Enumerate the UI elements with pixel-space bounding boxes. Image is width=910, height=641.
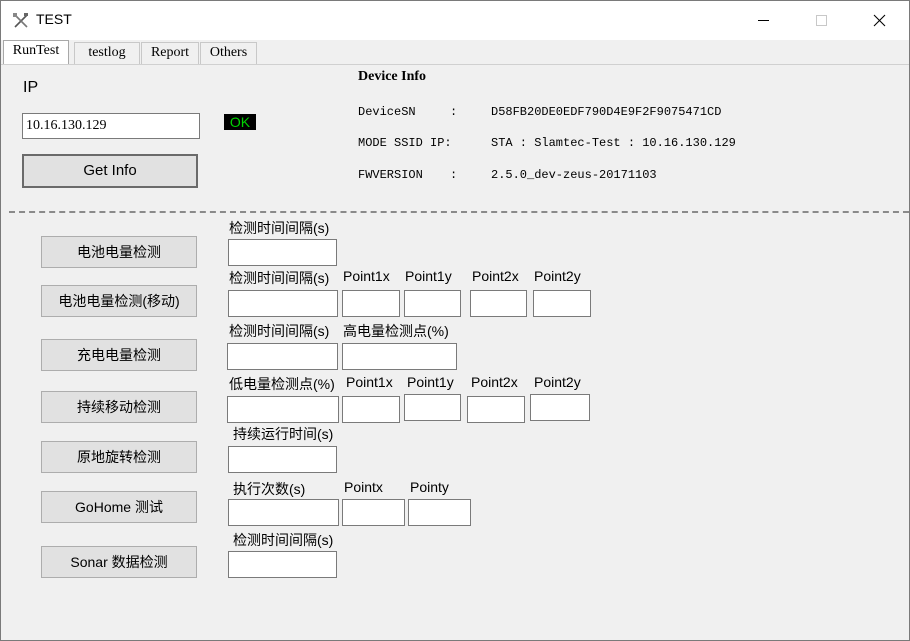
sonar-interval-field[interactable] <box>228 551 337 578</box>
get-info-button[interactable]: Get Info <box>22 154 198 188</box>
tools-icon <box>13 13 28 28</box>
param-label: Point2y <box>534 268 581 284</box>
low-battery-point-field[interactable] <box>227 396 339 423</box>
param-label: Point1x <box>343 268 390 284</box>
window-title: TEST <box>36 11 72 27</box>
status-badge: OK <box>224 114 256 130</box>
param-label: 检测时间间隔(s) <box>229 220 330 236</box>
continuous-move-test-button[interactable]: 持续移动检测 <box>41 391 197 423</box>
close-button[interactable] <box>850 1 908 40</box>
charge-interval-field[interactable] <box>227 343 338 370</box>
sonar-test-button[interactable]: Sonar 数据检测 <box>41 546 197 578</box>
maximize-button[interactable] <box>792 1 850 40</box>
param-label: Pointy <box>410 479 449 495</box>
battery-move-test-button[interactable]: 电池电量检测(移动) <box>41 285 197 317</box>
point2x-field[interactable] <box>470 290 527 317</box>
battery-move-interval-field[interactable] <box>228 290 338 317</box>
param-label: 检测时间间隔(s) <box>233 532 334 548</box>
point2x-field[interactable] <box>467 396 525 423</box>
tab-runtest[interactable]: RunTest <box>3 40 69 64</box>
point1x-field[interactable] <box>342 290 400 317</box>
tab-others[interactable]: Others <box>200 42 257 64</box>
minimize-button[interactable] <box>734 1 792 40</box>
param-label: 执行次数(s) <box>233 481 306 497</box>
close-icon <box>873 14 886 27</box>
ip-label: IP <box>23 79 39 96</box>
rotate-test-button[interactable]: 原地旋转检测 <box>41 441 197 473</box>
point1y-field[interactable] <box>404 290 461 317</box>
fwversion-separator: : <box>450 168 458 182</box>
param-label: 高电量检测点(%) <box>343 323 449 339</box>
point1y-field[interactable] <box>404 394 461 421</box>
tab-report[interactable]: Report <box>141 42 199 64</box>
gohome-test-button[interactable]: GoHome 测试 <box>41 491 197 523</box>
device-sn-separator: : <box>450 105 458 119</box>
fwversion-label: FWVERSION <box>358 168 423 182</box>
param-label: Point1y <box>407 374 454 390</box>
minimize-icon <box>758 20 769 21</box>
mode-ssid-ip-value: STA : Slamtec-Test : 10.16.130.129 <box>491 136 736 150</box>
param-label: 检测时间间隔(s) <box>229 323 330 339</box>
device-sn-value: D58FB20DE0EDF790D4E9F2F9075471CD <box>491 105 722 119</box>
param-label: Point1x <box>346 374 393 390</box>
point2y-field[interactable] <box>533 290 591 317</box>
runtest-panel: IP OK Get Info Device Info DeviceSN : D5… <box>1 64 909 640</box>
param-label: Pointx <box>344 479 383 495</box>
run-duration-field[interactable] <box>228 446 337 473</box>
device-info-heading: Device Info <box>358 69 427 84</box>
param-label: Point1y <box>405 268 452 284</box>
param-label: 持续运行时间(s) <box>233 426 334 442</box>
fwversion-value: 2.5.0_dev-zeus-20171103 <box>491 168 657 182</box>
param-label: Point2y <box>534 374 581 390</box>
section-divider <box>9 211 909 213</box>
device-sn-label: DeviceSN <box>358 105 416 119</box>
app-window: TEST RunTest testlog Report Others IP 10… <box>0 0 910 641</box>
pointx-field[interactable] <box>342 499 405 526</box>
param-label: 低电量检测点(%) <box>229 376 335 392</box>
maximize-icon <box>816 15 827 26</box>
battery-interval-field[interactable] <box>228 239 337 266</box>
title-bar[interactable]: TEST <box>1 1 909 40</box>
param-label: Point2x <box>472 268 519 284</box>
ip-input[interactable] <box>23 114 199 138</box>
param-label: Point2x <box>471 374 518 390</box>
tab-strip: RunTest testlog Report Others <box>1 40 909 64</box>
ip-field[interactable] <box>22 113 200 139</box>
point2y-field[interactable] <box>530 394 590 421</box>
point1x-field[interactable] <box>342 396 400 423</box>
mode-ssid-ip-label: MODE SSID IP: <box>358 136 452 150</box>
param-label: 检测时间间隔(s) <box>229 270 330 286</box>
battery-test-button[interactable]: 电池电量检测 <box>41 236 197 268</box>
pointy-field[interactable] <box>408 499 471 526</box>
run-count-field[interactable] <box>228 499 339 526</box>
high-battery-point-field[interactable] <box>342 343 457 370</box>
tab-testlog[interactable]: testlog <box>74 42 140 64</box>
charge-test-button[interactable]: 充电电量检测 <box>41 339 197 371</box>
